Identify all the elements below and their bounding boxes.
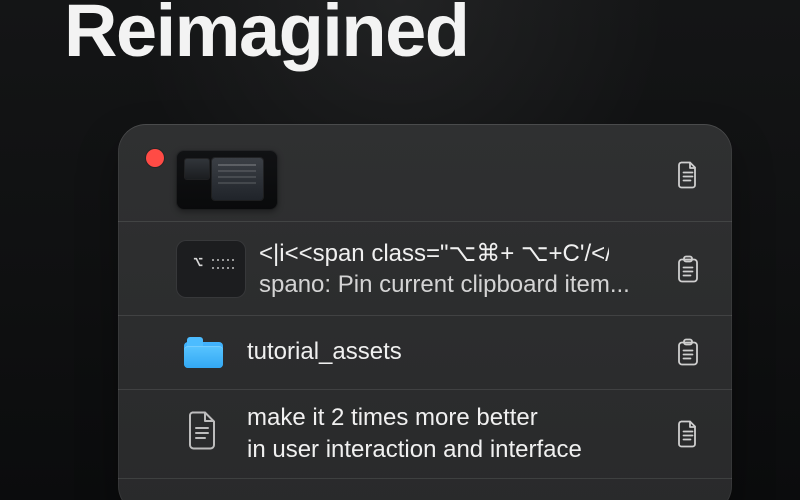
code-thumbnail: ⌥: [176, 240, 246, 298]
folder-label: tutorial_assets: [247, 338, 402, 365]
folder-tab: [187, 337, 203, 346]
option-key-glyph: ⌥: [193, 253, 204, 273]
clipboard-item-screenshot[interactable]: [118, 124, 732, 220]
thumbnail-window-small: [185, 159, 209, 179]
clipboard-window: ⌥ <|i<<span class="⌥⌘+ ⌥+C'/</> spano: P…: [118, 124, 732, 500]
folder-icon: [184, 336, 223, 368]
clipboard-item-text[interactable]: make it 2 times more better in user inte…: [118, 389, 732, 479]
text-item-line-2: in user interaction and interface: [247, 436, 582, 463]
clipboard-item-folder[interactable]: tutorial_assets: [118, 315, 732, 390]
document-icon: [186, 411, 218, 450]
hero-title: Reimagined: [64, 0, 470, 72]
code-thumbnail-line: [212, 259, 234, 261]
screenshot-thumbnail: [176, 150, 278, 210]
text-item-line-1: make it 2 times more better: [247, 404, 538, 431]
code-item-line-2: spano: Pin current clipboard item...: [259, 271, 630, 298]
folder-front: [184, 346, 223, 368]
clipboard-icon[interactable]: [676, 255, 700, 283]
clipboard-icon[interactable]: [676, 338, 700, 366]
thumbnail-content-lines: [218, 164, 256, 192]
code-item-line-1: <|i<<span class="⌥⌘+ ⌥+C'/</>: [259, 240, 609, 267]
clipboard-item-code[interactable]: ⌥ <|i<<span class="⌥⌘+ ⌥+C'/</> spano: P…: [118, 221, 732, 316]
code-thumbnail-line: [212, 267, 234, 269]
document-icon[interactable]: [676, 420, 700, 448]
document-icon[interactable]: [676, 161, 700, 189]
clipboard-item-partial[interactable]: [118, 478, 732, 500]
